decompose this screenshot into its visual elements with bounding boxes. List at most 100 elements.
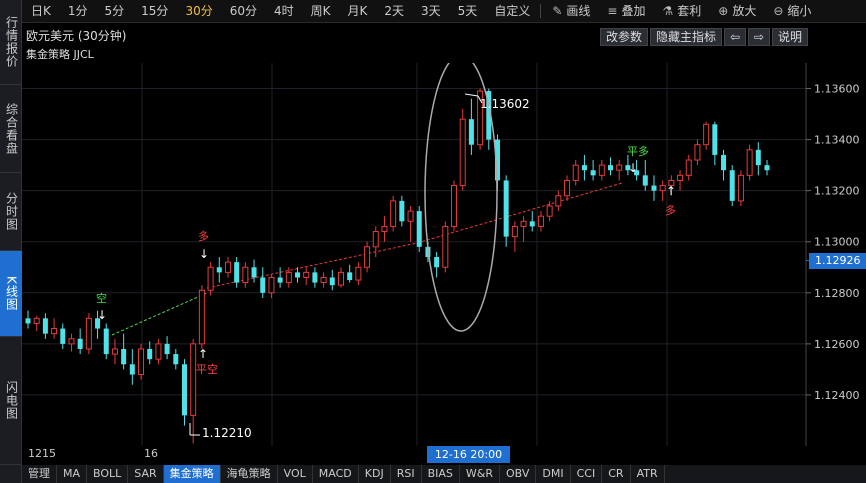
candle-body: [381, 225, 388, 233]
candle: [329, 269, 335, 291]
indicator-tab-10[interactable]: BIAS: [422, 465, 460, 483]
period-30min[interactable]: 30分: [176, 0, 220, 23]
tab-overview-label: 综合看盘: [4, 102, 19, 155]
candle: [216, 257, 222, 283]
price-tick-label: 1.13600: [814, 83, 860, 96]
candle: [51, 318, 58, 339]
indicator-tab-13[interactable]: DMI: [536, 465, 571, 483]
period-custom[interactable]: 自定义: [485, 0, 538, 23]
candle: [347, 264, 353, 283]
zoom-out-label: 缩小: [787, 3, 812, 18]
candle-body: [616, 164, 623, 171]
signal-duo2-label: 多: [665, 203, 676, 217]
hide-main-indicator-button[interactable]: 隐藏主指标: [649, 28, 722, 46]
period-weekly[interactable]: 周K: [302, 0, 339, 23]
stack-button[interactable]: ≡ 叠加: [598, 0, 653, 23]
next-arrow-button[interactable]: ⇨: [747, 28, 770, 46]
candle-body: [111, 348, 118, 355]
candle-body: [685, 159, 692, 176]
zoom-out-button[interactable]: ⊖ 缩小: [764, 0, 819, 23]
indicator-tab-11[interactable]: W&R: [460, 465, 500, 483]
tab-timeshare[interactable]: 分时图: [0, 173, 22, 251]
candle: [181, 359, 187, 426]
candle: [68, 333, 75, 352]
candle-body: [703, 123, 710, 146]
period-2day[interactable]: 2天: [375, 0, 412, 23]
candle-body: [268, 276, 275, 294]
candle: [390, 195, 397, 232]
zoom-in-button[interactable]: ⊕ 放大: [709, 0, 764, 23]
tab-overview[interactable]: 综合看盘: [0, 85, 22, 173]
period-5min[interactable]: 5分: [96, 0, 133, 23]
indicator-tab-0[interactable]: 管理: [22, 465, 57, 483]
candle-body: [198, 289, 205, 345]
candle-body: [442, 225, 449, 268]
candle-body: [138, 348, 145, 376]
candle-body: [147, 348, 153, 360]
toolbar-divider: [540, 4, 542, 18]
period-daily[interactable]: 日K: [22, 0, 59, 23]
candle: [251, 259, 257, 283]
indicator-tab-15[interactable]: CR: [602, 465, 631, 483]
candle: [598, 160, 605, 181]
candle-body: [755, 149, 761, 166]
arbitrage-button[interactable]: ⚗ 套利: [653, 0, 709, 23]
candle: [303, 267, 310, 286]
indicator-tab-8[interactable]: KDJ: [359, 465, 391, 483]
help-button[interactable]: 说明: [771, 28, 808, 46]
prev-arrow-button[interactable]: ⇦: [723, 28, 746, 46]
instrument-title: 欧元美元 (30分钟): [26, 29, 127, 43]
period-60min[interactable]: 60分: [221, 0, 265, 23]
candle: [277, 267, 283, 288]
candle: [190, 338, 197, 444]
period-monthly[interactable]: 月K: [339, 0, 376, 23]
indicator-tab-5[interactable]: 海龟策略: [221, 465, 278, 483]
candle: [129, 348, 135, 385]
indicator-tab-12[interactable]: OBV: [500, 465, 537, 483]
period-5day[interactable]: 5天: [449, 0, 486, 23]
candlestick-chart[interactable]: 1.13600 1.13400 1.13200 1.13000 1.12800 1.126…: [22, 63, 866, 446]
period-3day[interactable]: 3天: [412, 0, 449, 23]
indicator-tab-3[interactable]: SAR: [128, 465, 164, 483]
candle-body: [598, 164, 605, 176]
draw-line-icon: ✎: [552, 3, 563, 18]
indicator-tab-9[interactable]: RSI: [391, 465, 422, 483]
last-price-badge: 1.12926: [809, 252, 866, 269]
draw-line-button[interactable]: ✎ 画线: [543, 0, 598, 23]
period-1min[interactable]: 1分: [59, 0, 96, 23]
indicator-tab-1[interactable]: MA: [57, 465, 88, 483]
candle: [616, 160, 623, 181]
indicator-tab-14[interactable]: CCI: [571, 465, 603, 483]
candle: [503, 175, 509, 247]
indicator-tab-16[interactable]: ATR: [631, 465, 665, 483]
indicator-tab-6[interactable]: VOL: [278, 465, 313, 483]
candle: [103, 323, 109, 360]
price-tick-label: 1.13400: [814, 134, 860, 147]
period-4h[interactable]: 4时: [265, 0, 302, 23]
candle: [755, 142, 761, 176]
signal-kong-label: 空: [96, 291, 107, 305]
candle: [529, 211, 535, 232]
tab-flash[interactable]: 闪电图: [0, 337, 22, 465]
indicator-tab-2[interactable]: BOLL: [87, 465, 129, 483]
candle: [234, 257, 240, 288]
tab-quote-label: 行情报价: [4, 16, 19, 68]
candle: [295, 267, 301, 283]
candle: [581, 154, 587, 181]
indicator-tab-4[interactable]: 集金策略: [163, 465, 221, 483]
edit-params-button[interactable]: 改参数: [599, 28, 648, 46]
period-15min[interactable]: 15分: [132, 0, 176, 23]
candle-body: [555, 195, 562, 207]
candle-body: [234, 262, 240, 283]
date-label-start: 1215: [28, 447, 56, 460]
tab-kline[interactable]: K线图: [0, 251, 22, 337]
candle: [737, 170, 744, 206]
tab-quote[interactable]: 行情报价: [0, 0, 22, 85]
candle-body: [746, 149, 753, 176]
candle: [564, 175, 571, 201]
candle: [746, 144, 753, 181]
indicator-tab-7[interactable]: MACD: [313, 465, 359, 483]
candle-body: [712, 124, 718, 155]
candle: [85, 313, 92, 355]
candle: [77, 328, 83, 355]
